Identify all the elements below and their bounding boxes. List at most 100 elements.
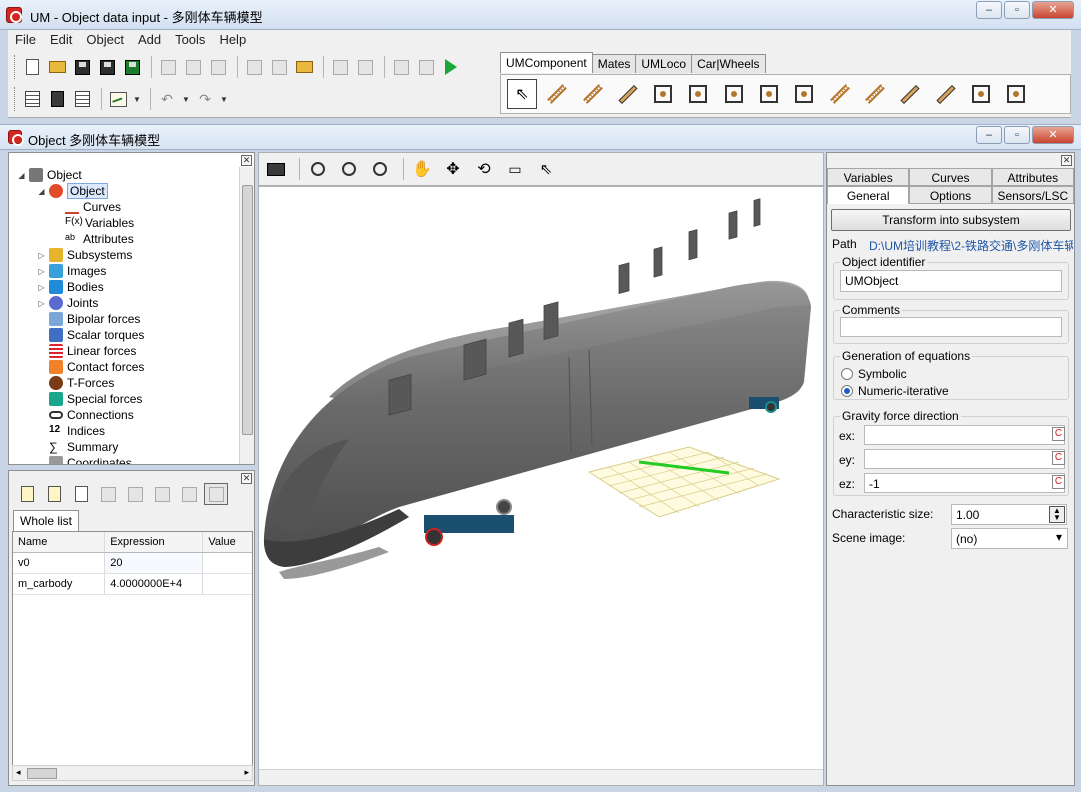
- cut-button[interactable]: [182, 56, 204, 78]
- graph-button[interactable]: [107, 88, 129, 110]
- camera-button[interactable]: [263, 156, 289, 182]
- tab-curves[interactable]: Curves: [909, 168, 992, 186]
- tree-item-connections[interactable]: Connections: [49, 407, 134, 423]
- maximize-button[interactable]: ▫: [1004, 1, 1030, 19]
- close-button[interactable]: ✕: [1032, 1, 1074, 19]
- list-button[interactable]: [21, 88, 43, 110]
- column-header-expression[interactable]: Expression: [105, 532, 204, 552]
- tree-scroll-thumb[interactable]: [242, 185, 253, 435]
- bump-stop-component[interactable]: [789, 79, 819, 109]
- tree-item-summary[interactable]: ∑ Summary: [49, 439, 118, 455]
- tab-sensors-lsc[interactable]: Sensors/LSC: [991, 186, 1074, 204]
- tab-options[interactable]: Options: [909, 186, 992, 204]
- tree-item-object[interactable]: ◢ Object: [37, 183, 108, 199]
- spinner-icon[interactable]: ▲ ▼: [1049, 506, 1065, 523]
- vertical-damper-component[interactable]: [683, 79, 713, 109]
- edit-variable-button[interactable]: [42, 483, 66, 505]
- minimize-button[interactable]: ‒: [976, 1, 1002, 19]
- dry-friction-component[interactable]: [931, 79, 961, 109]
- expanded-triangle-icon[interactable]: ◢: [37, 187, 46, 196]
- characteristic-size-input[interactable]: 1.00 ▲ ▼: [951, 504, 1067, 525]
- object-minimize-button[interactable]: ‒: [976, 126, 1002, 144]
- spring-component[interactable]: [542, 79, 572, 109]
- tree-item-joints[interactable]: ▷ Joints: [37, 295, 98, 311]
- vertical-spring-component[interactable]: [648, 79, 678, 109]
- identifier-button[interactable]: [123, 483, 147, 505]
- menu-help[interactable]: Help: [212, 30, 253, 50]
- tree-item-indices[interactable]: 12 Indices: [49, 423, 105, 439]
- gravity-ex-input[interactable]: [864, 425, 1065, 445]
- collapsed-triangle-icon[interactable]: ▷: [37, 251, 46, 260]
- tree-item-scalar-torques[interactable]: Scalar torques: [49, 327, 144, 343]
- run-simulation-button[interactable]: [440, 56, 462, 78]
- tree-item-contact-forces[interactable]: Contact forces: [49, 359, 144, 375]
- tab-whole-list[interactable]: Whole list: [13, 510, 80, 531]
- gravity-ey-input[interactable]: [864, 449, 1065, 469]
- tab-umcomponent[interactable]: UMComponent: [500, 52, 593, 73]
- menu-file[interactable]: File: [8, 30, 43, 50]
- menu-add[interactable]: Add: [131, 30, 168, 50]
- menu-object[interactable]: Object: [79, 30, 131, 50]
- tab-umloco[interactable]: UMLoco: [635, 54, 693, 73]
- add-variable-button[interactable]: [15, 483, 39, 505]
- tab-general[interactable]: General: [827, 186, 910, 204]
- value-button[interactable]: [177, 483, 201, 505]
- tab-mates[interactable]: Mates: [591, 54, 637, 73]
- variable-expression-cell[interactable]: 20: [105, 553, 204, 573]
- column-header-name[interactable]: Name: [13, 532, 106, 552]
- collapsed-triangle-icon[interactable]: ▷: [37, 299, 46, 308]
- scroll-left-icon[interactable]: ◂: [16, 767, 21, 778]
- bushing-component[interactable]: [719, 79, 749, 109]
- main-window-titlebar[interactable]: UM - Object data input - 多刚体车辆模型 ‒ ▫ ✕: [0, 0, 1081, 30]
- ez-constant-button[interactable]: C: [1052, 475, 1065, 489]
- tree-item-t-forces[interactable]: T-Forces: [49, 375, 114, 391]
- variables-hscrollbar[interactable]: ◂ ▸: [12, 765, 253, 781]
- print-preview-button[interactable]: [354, 56, 376, 78]
- select-pointer-button[interactable]: ⇖: [507, 79, 537, 109]
- scene-hscrollbar[interactable]: [259, 769, 823, 785]
- zoom-window-button[interactable]: [305, 156, 331, 182]
- variables-hscroll-thumb[interactable]: [27, 768, 57, 779]
- redo-button[interactable]: ↷: [194, 88, 216, 110]
- wizard-button[interactable]: [390, 56, 412, 78]
- redo-dropdown[interactable]: ▼: [219, 88, 229, 110]
- rotational-spring-component[interactable]: [825, 79, 855, 109]
- variable-expression-cell[interactable]: 4.0000000E+4: [105, 574, 204, 594]
- comments-input[interactable]: [840, 317, 1062, 337]
- lever-component[interactable]: [895, 79, 925, 109]
- rotate-button[interactable]: ⟲: [471, 156, 497, 182]
- tree-item-linear-forces[interactable]: Linear forces: [49, 343, 136, 359]
- delete-variable-button[interactable]: [69, 483, 93, 505]
- column-header-value[interactable]: Value: [203, 532, 252, 552]
- radio-symbolic[interactable]: Symbolic: [841, 367, 907, 381]
- spring-damper-component[interactable]: [578, 79, 608, 109]
- load-element-button[interactable]: [293, 56, 315, 78]
- zoom-fit-button[interactable]: [336, 156, 362, 182]
- copy-button[interactable]: [157, 56, 179, 78]
- save-as-button[interactable]: [96, 56, 118, 78]
- cross-bushing-component[interactable]: [754, 79, 784, 109]
- collapsed-triangle-icon[interactable]: ▷: [37, 267, 46, 276]
- radio-numeric-iterative[interactable]: Numeric-iterative: [841, 384, 949, 398]
- tree-item-curves[interactable]: Curves: [65, 199, 121, 215]
- save-element-button[interactable]: [243, 56, 265, 78]
- expanded-triangle-icon[interactable]: ◢: [17, 171, 26, 180]
- object-identifier-input[interactable]: UMObject: [840, 270, 1062, 292]
- variable-name-cell[interactable]: v0: [13, 553, 106, 573]
- select-button[interactable]: ⇖: [533, 156, 559, 182]
- table-row[interactable]: m_carbody 4.0000000E+4: [13, 574, 252, 595]
- menu-edit[interactable]: Edit: [43, 30, 79, 50]
- paste-button[interactable]: [207, 56, 229, 78]
- zoom-point-button[interactable]: [367, 156, 393, 182]
- scroll-right-icon[interactable]: ▸: [244, 767, 249, 778]
- tree-item-special-forces[interactable]: Special forces: [49, 391, 142, 407]
- slide-button[interactable]: ▭: [502, 156, 528, 182]
- train-model-render[interactable]: [259, 187, 823, 769]
- gravity-ez-input[interactable]: -1: [864, 473, 1065, 493]
- copy-list-button[interactable]: [204, 483, 228, 505]
- gear-component[interactable]: [966, 79, 996, 109]
- ey-constant-button[interactable]: C: [1052, 451, 1065, 465]
- export-button[interactable]: [71, 88, 93, 110]
- expression-button[interactable]: [150, 483, 174, 505]
- object-maximize-button[interactable]: ▫: [1004, 126, 1030, 144]
